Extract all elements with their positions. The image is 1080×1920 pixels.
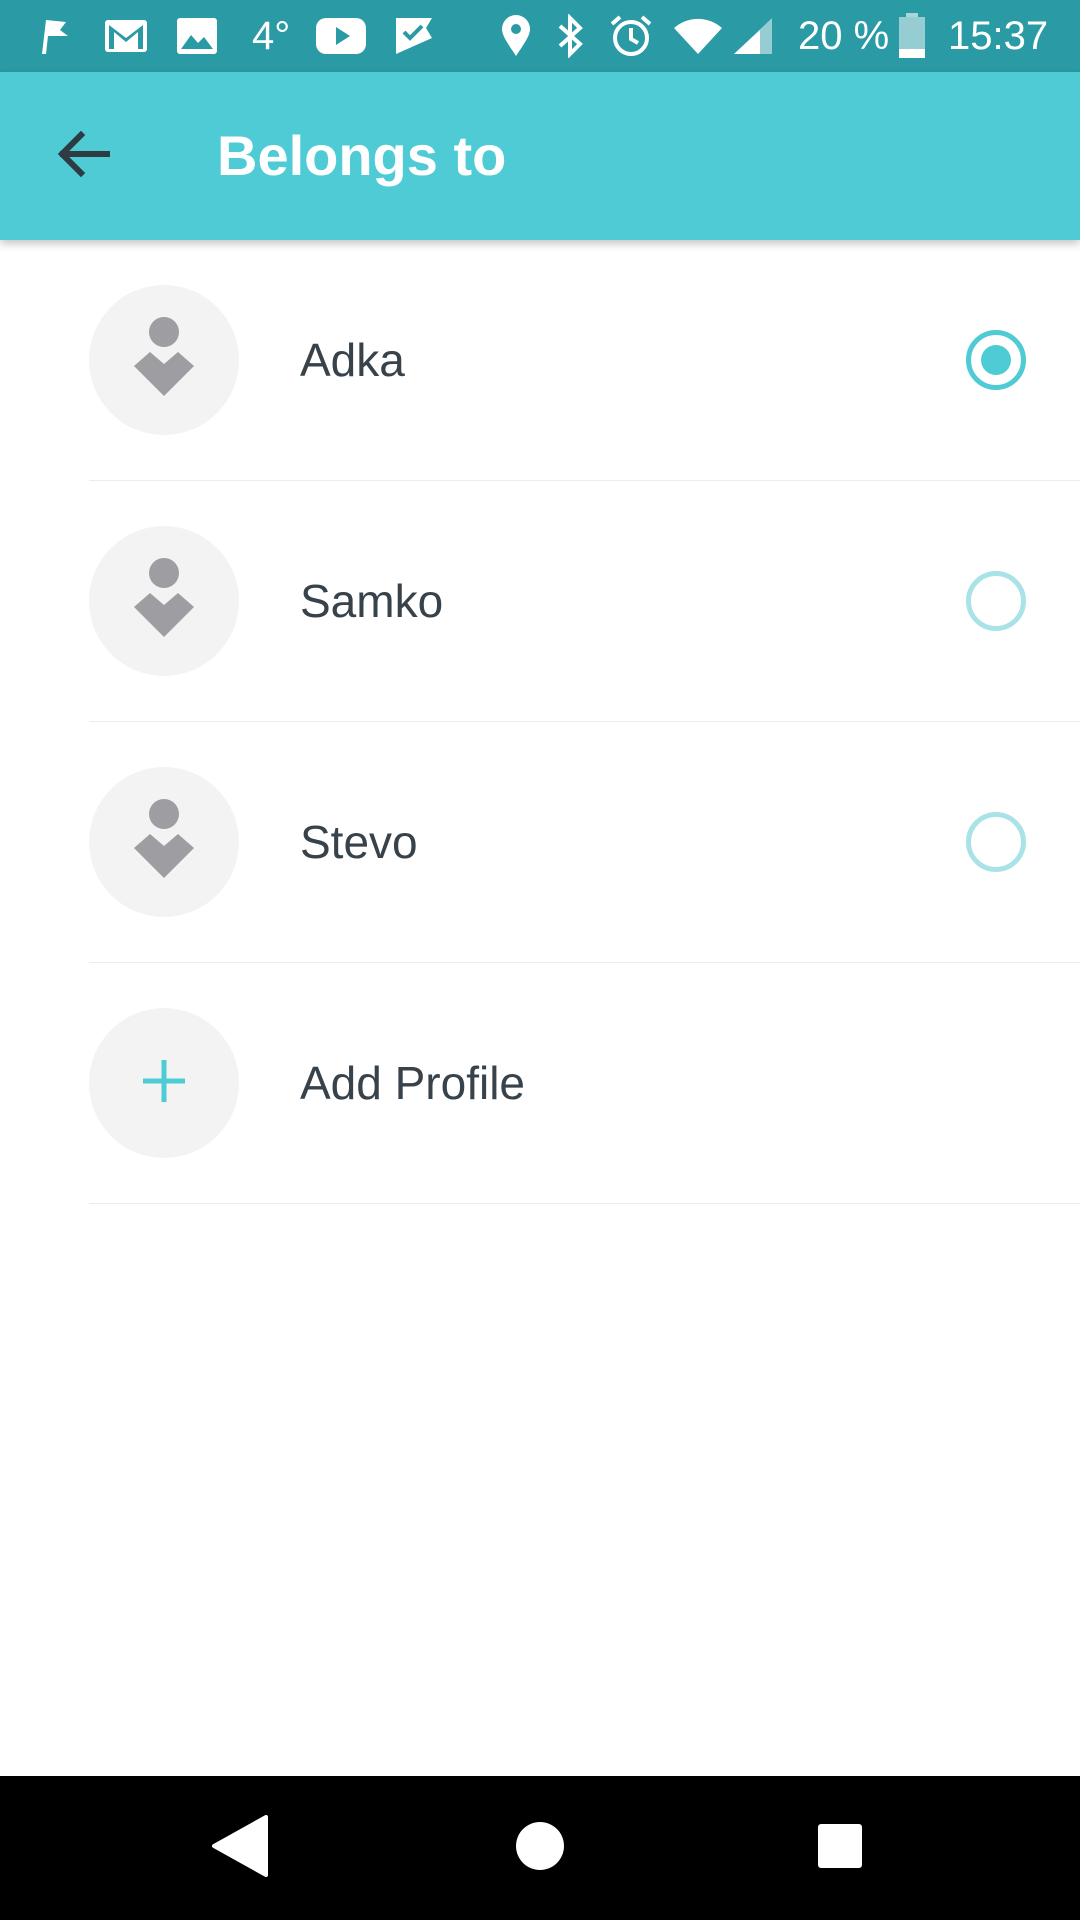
- divider: [89, 1203, 1080, 1204]
- add-profile-avatar: [89, 1008, 239, 1158]
- profile-row-stevo[interactable]: Stevo: [0, 722, 1080, 963]
- alarm-icon: [608, 0, 654, 72]
- avatar: [89, 526, 239, 676]
- nav-recents-button[interactable]: [790, 1798, 890, 1898]
- add-profile-label: Add Profile: [300, 1057, 526, 1109]
- profile-radio[interactable]: [966, 571, 1026, 631]
- youtube-icon: [316, 0, 366, 72]
- radio-dot: [981, 345, 1011, 375]
- battery-icon: [898, 0, 926, 72]
- clock-text: 15:37: [948, 14, 1049, 58]
- signal-icon: [732, 0, 774, 72]
- profile-radio-selected[interactable]: [966, 330, 1026, 390]
- nav-home-button[interactable]: [490, 1798, 590, 1898]
- add-profile-row[interactable]: Add Profile: [0, 963, 1080, 1204]
- triangle-back-icon: [210, 1814, 270, 1882]
- avatar: [89, 285, 239, 435]
- bluetooth-icon: [554, 0, 588, 72]
- avatar: [89, 767, 239, 917]
- profile-row-adka[interactable]: Adka: [0, 240, 1080, 481]
- person-icon: [134, 798, 194, 887]
- profile-name: Stevo: [300, 816, 418, 868]
- battery-percent-text: 20 %: [798, 14, 890, 58]
- plus-icon: [141, 1058, 187, 1109]
- circle-home-icon: [515, 1821, 565, 1876]
- square-recents-icon: [816, 1822, 864, 1875]
- gmail-icon: [104, 0, 148, 72]
- tasks-icon: [392, 0, 436, 72]
- location-icon: [500, 0, 532, 72]
- gallery-icon: [176, 0, 218, 72]
- profile-name: Samko: [300, 575, 444, 627]
- profile-list: Adka Samko Stevo Add Profile: [0, 240, 1080, 1204]
- flag-icon: [36, 0, 72, 72]
- navigation-bar: [0, 1776, 1080, 1920]
- profile-radio[interactable]: [966, 812, 1026, 872]
- person-icon: [134, 316, 194, 405]
- temperature-text: 4°: [252, 14, 291, 58]
- app-bar: Belongs to: [0, 72, 1080, 240]
- back-button[interactable]: [44, 116, 124, 196]
- arrow-back-icon: [57, 130, 111, 182]
- profile-name: Adka: [300, 334, 405, 386]
- nav-back-button[interactable]: [190, 1798, 290, 1898]
- profile-row-samko[interactable]: Samko: [0, 481, 1080, 722]
- person-icon: [134, 557, 194, 646]
- status-bar: 4° 20 % 15:37: [0, 0, 1080, 72]
- page-title: Belongs to: [217, 124, 507, 187]
- wifi-icon: [672, 0, 724, 72]
